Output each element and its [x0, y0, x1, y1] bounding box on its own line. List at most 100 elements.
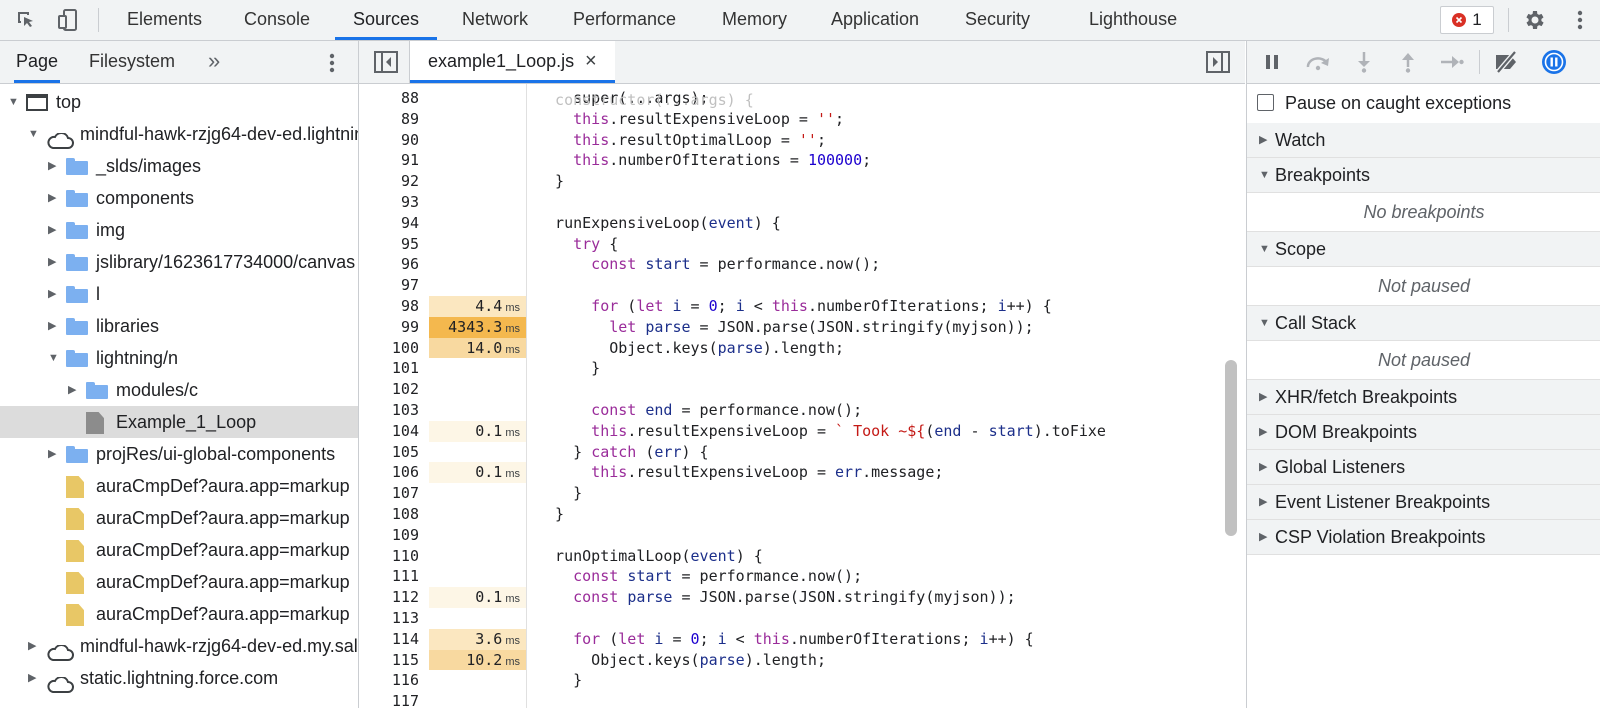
tab-lighthouse[interactable]: Lighthouse [1089, 0, 1177, 40]
collapsed-triangle-icon[interactable]: ▶ [48, 246, 60, 278]
tree-item[interactable]: auraCmpDef?aura.app=markup [0, 566, 358, 598]
error-count-badge[interactable]: 1 [1440, 6, 1494, 34]
line-number[interactable]: 100 [359, 338, 419, 359]
pause-on-caught-row[interactable]: Pause on caught exceptions [1247, 83, 1600, 123]
more-options-icon[interactable] [1570, 6, 1590, 34]
line-number[interactable]: 111 [359, 566, 419, 587]
line-number[interactable]: 98 [359, 296, 419, 317]
tree-item[interactable]: ▶ projRes/ui-global-components [0, 438, 358, 470]
section-call-stack[interactable]: ▼ Call Stack [1247, 306, 1600, 341]
expanded-triangle-icon[interactable]: ▼ [28, 118, 40, 150]
line-number[interactable]: 109 [359, 525, 419, 546]
line-number[interactable]: 95 [359, 234, 419, 255]
vertical-scrollbar[interactable] [1225, 360, 1237, 536]
collapsed-triangle-icon[interactable]: ▶ [28, 630, 40, 662]
section-csp-violation-breakpoints[interactable]: ▶ CSP Violation Breakpoints [1247, 520, 1600, 555]
line-number[interactable]: 110 [359, 546, 419, 567]
line-number[interactable]: 94 [359, 213, 419, 234]
section-global-listeners[interactable]: ▶ Global Listeners [1247, 450, 1600, 485]
section-dom-breakpoints[interactable]: ▶ DOM Breakpoints [1247, 415, 1600, 450]
close-tab-icon[interactable]: × [585, 41, 597, 81]
line-number[interactable]: 93 [359, 192, 419, 213]
collapsed-triangle-icon[interactable]: ▶ [48, 438, 60, 470]
line-number[interactable]: 108 [359, 504, 419, 525]
tab-memory[interactable]: Memory [722, 0, 787, 40]
collapsed-triangle-icon[interactable]: ▶ [28, 662, 40, 694]
tree-item[interactable]: ▶ l [0, 278, 358, 310]
line-number[interactable]: 104 [359, 421, 419, 442]
more-tabs-chevron-icon[interactable]: » [208, 41, 220, 83]
tree-item[interactable]: ▼ lightning/n [0, 342, 358, 374]
toggle-navigator-icon[interactable] [373, 48, 399, 76]
line-number[interactable]: 106 [359, 462, 419, 483]
code-editor[interactable]: 88 super(...args); 89 this.resultExpensiv… [359, 84, 1245, 708]
pause-on-exceptions-icon[interactable] [1539, 48, 1569, 76]
line-number[interactable]: 92 [359, 171, 419, 192]
line-number[interactable]: 117 [359, 691, 419, 708]
inspect-element-icon[interactable] [12, 6, 40, 34]
deactivate-breakpoints-icon[interactable] [1491, 48, 1525, 76]
section-event-listener-breakpoints[interactable]: ▶ Event Listener Breakpoints [1247, 485, 1600, 520]
line-number[interactable]: 116 [359, 670, 419, 691]
device-toolbar-icon[interactable] [54, 6, 82, 34]
line-number[interactable]: 99 [359, 317, 419, 338]
collapsed-triangle-icon[interactable]: ▶ [48, 182, 60, 214]
editor-file-tab[interactable]: example1_Loop.js × [410, 41, 615, 83]
tree-item[interactable]: auraCmpDef?aura.app=markup [0, 502, 358, 534]
collapsed-triangle-icon[interactable]: ▶ [68, 374, 80, 406]
line-number[interactable]: 112 [359, 587, 419, 608]
tree-item[interactable]: ▶ jslibrary/1623617734000/canvas [0, 246, 358, 278]
section-scope[interactable]: ▼ Scope [1247, 232, 1600, 267]
section-watch[interactable]: ▶ Watch [1247, 123, 1600, 158]
line-number[interactable]: 101 [359, 358, 419, 379]
line-number[interactable]: 97 [359, 275, 419, 296]
collapsed-triangle-icon[interactable]: ▶ [48, 214, 60, 246]
tree-item[interactable]: ▶ img [0, 214, 358, 246]
tree-item[interactable]: ▶ mindful-hawk-rzjg64-dev-ed.my.salesforc… [0, 630, 358, 662]
section-xhr-fetch-breakpoints[interactable]: ▶ XHR/fetch Breakpoints [1247, 380, 1600, 415]
tree-item[interactable]: ▶ static.lightning.force.com [0, 662, 358, 694]
tree-item[interactable]: auraCmpDef?aura.app=markup [0, 470, 358, 502]
tab-performance[interactable]: Performance [573, 0, 676, 40]
tree-item[interactable]: ▶ components [0, 182, 358, 214]
collapsed-triangle-icon[interactable]: ▶ [48, 150, 60, 182]
step-over-icon[interactable] [1303, 48, 1333, 76]
tab-filesystem[interactable]: Filesystem [89, 41, 175, 83]
pause-icon[interactable] [1259, 48, 1285, 76]
line-number[interactable]: 114 [359, 629, 419, 650]
step-out-icon[interactable] [1395, 48, 1421, 76]
toggle-debugger-icon[interactable] [1205, 48, 1231, 76]
step-icon[interactable] [1437, 48, 1467, 76]
tree-item[interactable]: auraCmpDef?aura.app=markup [0, 598, 358, 630]
tab-elements[interactable]: Elements [127, 0, 202, 40]
settings-gear-icon[interactable] [1520, 6, 1548, 34]
tab-page[interactable]: Page [14, 41, 61, 83]
tab-console[interactable]: Console [244, 0, 310, 40]
tree-item[interactable]: auraCmpDef?aura.app=markup [0, 534, 358, 566]
tree-item[interactable]: Example_1_Loop [0, 406, 358, 438]
tab-application[interactable]: Application [831, 0, 919, 40]
line-number[interactable]: 91 [359, 150, 419, 171]
expanded-triangle-icon[interactable]: ▼ [48, 342, 60, 374]
pause-on-caught-checkbox[interactable] [1257, 94, 1274, 111]
tree-item[interactable]: ▶ _slds/images [0, 150, 358, 182]
line-number[interactable]: 96 [359, 254, 419, 275]
tab-sources[interactable]: Sources [335, 0, 438, 40]
line-number[interactable]: 103 [359, 400, 419, 421]
tree-item[interactable]: ▼ top [0, 86, 358, 118]
tree-item[interactable]: ▶ libraries [0, 310, 358, 342]
step-into-icon[interactable] [1351, 48, 1377, 76]
line-number[interactable]: 90 [359, 130, 419, 151]
line-number[interactable]: 113 [359, 608, 419, 629]
line-number[interactable]: 105 [359, 442, 419, 463]
line-number[interactable]: 107 [359, 483, 419, 504]
line-number[interactable]: 102 [359, 379, 419, 400]
tree-item[interactable]: ▼ mindful-hawk-rzjg64-dev-ed.lightning.fo… [0, 118, 358, 150]
collapsed-triangle-icon[interactable]: ▶ [48, 310, 60, 342]
collapsed-triangle-icon[interactable]: ▶ [48, 278, 60, 310]
line-number[interactable]: 115 [359, 650, 419, 671]
tree-item[interactable]: ▶ modules/c [0, 374, 358, 406]
tab-network[interactable]: Network [462, 0, 528, 40]
navigator-menu-icon[interactable] [322, 49, 342, 77]
section-breakpoints[interactable]: ▼ Breakpoints [1247, 158, 1600, 193]
